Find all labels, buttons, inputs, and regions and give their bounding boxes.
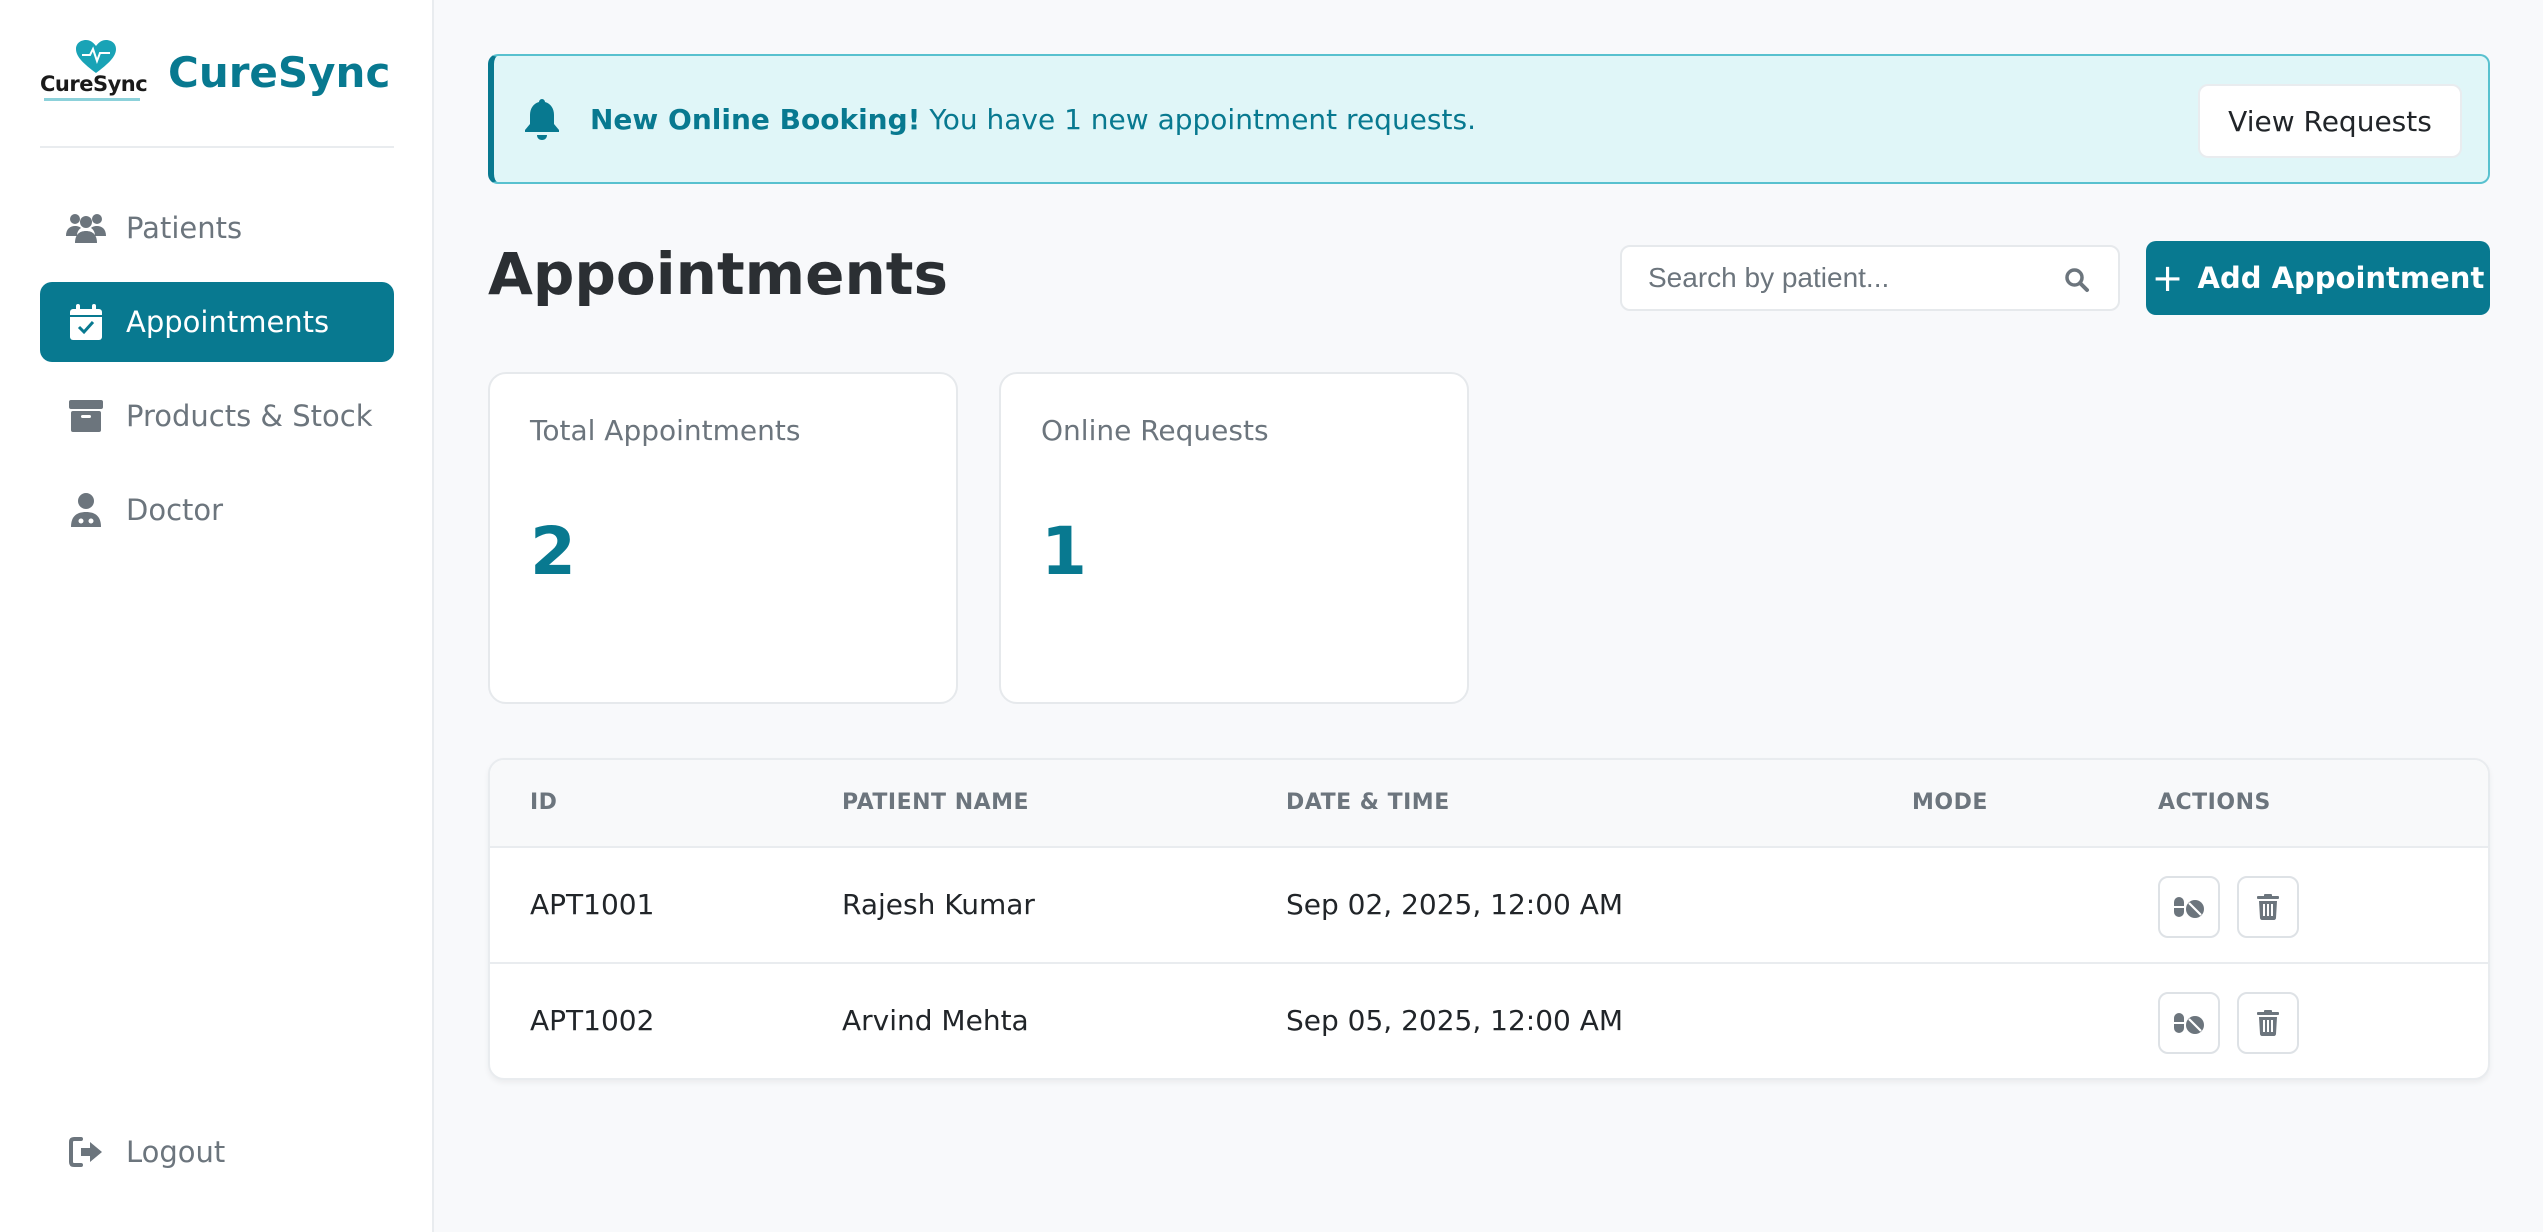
cell-date-time: Sep 05, 2025, 12:00 AM: [1286, 1004, 1624, 1037]
users-icon: [66, 210, 106, 246]
logo-text: CureSync: [40, 72, 148, 96]
sidebar-item-products-stock[interactable]: Products & Stock: [40, 376, 394, 456]
search-input[interactable]: [1648, 262, 2048, 294]
sidebar-item-label: Patients: [126, 211, 243, 245]
plus-icon: +: [2151, 256, 2184, 300]
logo: CureSync: [40, 40, 148, 108]
brand-name: CureSync: [168, 48, 391, 97]
sidebar-item-label: Doctor: [126, 493, 224, 527]
table-row: APT1002 Arvind Mehta Sep 05, 2025, 12:00…: [490, 964, 2488, 1078]
alert-text: You have 1 new appointment requests.: [920, 102, 1476, 136]
new-booking-alert: New Online Booking! You have 1 new appoi…: [488, 54, 2490, 184]
add-appointment-button[interactable]: + Add Appointment: [2146, 241, 2490, 315]
sidebar: CureSync CureSync Patients Appointments …: [0, 0, 434, 1232]
archive-box-icon: [66, 398, 106, 434]
calendar-check-icon: [66, 304, 106, 340]
delete-button[interactable]: [2237, 992, 2299, 1054]
column-header-actions: ACTIONS: [2158, 790, 2271, 815]
trash-icon: [2257, 1010, 2279, 1036]
sidebar-nav: Patients Appointments Products & Stock D…: [40, 188, 394, 564]
stat-value: 2: [530, 513, 576, 590]
stat-label: Online Requests: [1041, 414, 1269, 447]
page-title: Appointments: [488, 240, 948, 308]
add-appointment-label: Add Appointment: [2197, 261, 2485, 295]
table-header: ID PATIENT NAME DATE & TIME MODE ACTIONS: [490, 760, 2488, 848]
sidebar-item-doctor[interactable]: Doctor: [40, 470, 394, 550]
cell-date-time: Sep 02, 2025, 12:00 AM: [1286, 888, 1624, 921]
stat-card-online-requests: Online Requests 1: [999, 372, 1469, 704]
sidebar-item-patients[interactable]: Patients: [40, 188, 394, 268]
prescribe-button[interactable]: [2158, 992, 2220, 1054]
logo-tagline: [44, 98, 140, 101]
column-header-date-time: DATE & TIME: [1286, 790, 1450, 815]
view-requests-button[interactable]: View Requests: [2198, 84, 2462, 158]
cell-id: APT1001: [530, 888, 655, 921]
alert-title: New Online Booking!: [590, 102, 921, 136]
sidebar-item-label: Appointments: [126, 305, 330, 339]
stat-card-total-appointments: Total Appointments 2: [488, 372, 958, 704]
heart-logo-icon: [76, 40, 116, 73]
column-header-mode: MODE: [1912, 790, 1988, 815]
logout-icon: [66, 1134, 106, 1170]
doctor-icon: [66, 492, 106, 528]
delete-button[interactable]: [2237, 876, 2299, 938]
brand-divider: [40, 146, 394, 148]
search-icon[interactable]: [2064, 267, 2090, 293]
cell-patient-name: Arvind Mehta: [842, 1004, 1029, 1037]
cell-patient-name: Rajesh Kumar: [842, 888, 1035, 921]
pills-icon: [2174, 897, 2204, 918]
cell-id: APT1002: [530, 1004, 655, 1037]
prescribe-button[interactable]: [2158, 876, 2220, 938]
logout-label: Logout: [126, 1135, 226, 1169]
column-header-patient-name: PATIENT NAME: [842, 790, 1030, 815]
alert-message: New Online Booking! You have 1 new appoi…: [590, 103, 1476, 136]
table-row: APT1001 Rajesh Kumar Sep 02, 2025, 12:00…: [490, 848, 2488, 964]
column-header-id: ID: [530, 790, 558, 815]
pills-icon: [2174, 1013, 2204, 1034]
logout-button[interactable]: Logout: [40, 1112, 394, 1192]
sidebar-item-label: Products & Stock: [126, 399, 373, 433]
appointments-table: ID PATIENT NAME DATE & TIME MODE ACTIONS…: [488, 758, 2490, 1080]
stat-value: 1: [1041, 513, 1087, 590]
brand[interactable]: CureSync CureSync: [40, 40, 394, 150]
bell-icon: [525, 99, 559, 140]
trash-icon: [2257, 894, 2279, 920]
sidebar-item-appointments[interactable]: Appointments: [40, 282, 394, 362]
search-box: [1620, 245, 2120, 311]
stat-label: Total Appointments: [530, 414, 801, 447]
